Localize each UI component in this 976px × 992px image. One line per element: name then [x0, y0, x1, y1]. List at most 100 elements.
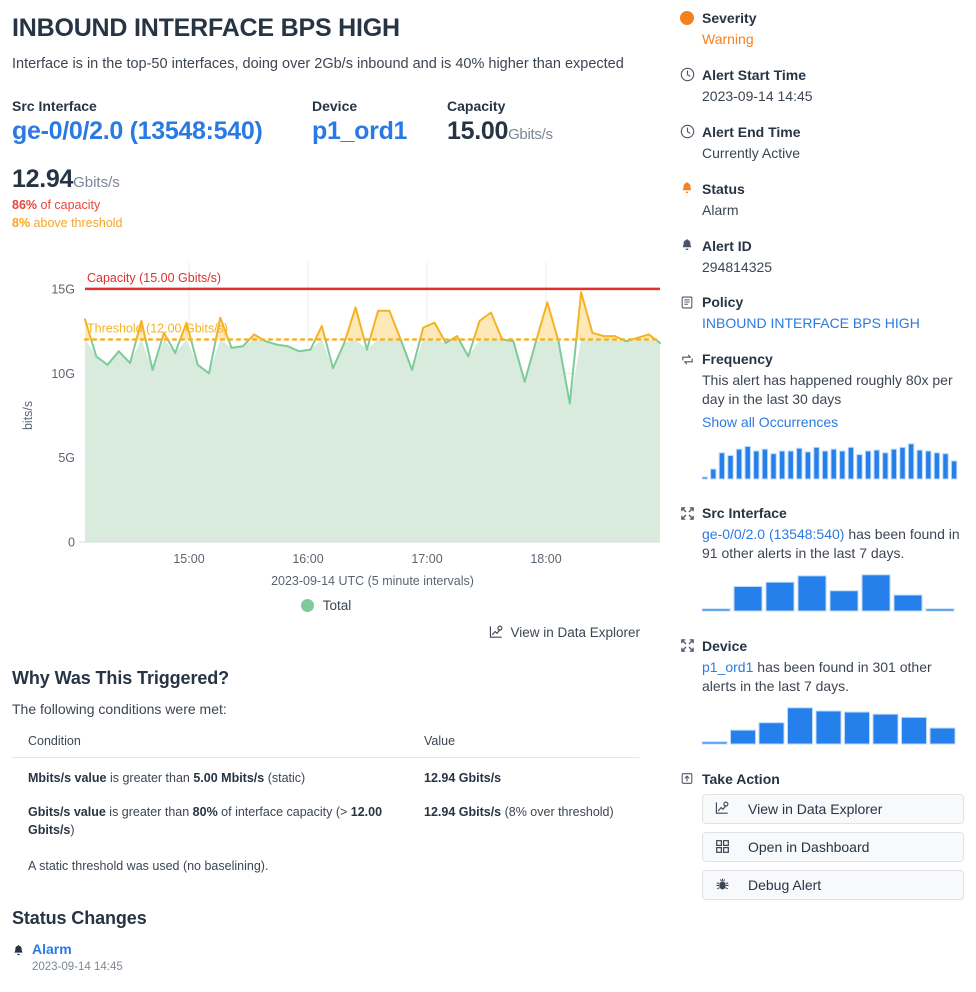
table-row: Mbits/s value is greater than 5.00 Mbits… — [12, 757, 639, 792]
sidebar-frequency-text: This alert has happened roughly 80x per … — [702, 372, 953, 408]
pct-above-threshold-number: 8% — [12, 215, 31, 230]
pct-above-threshold: 8% above threshold — [12, 216, 640, 230]
status-changes-heading: Status Changes — [12, 908, 147, 928]
sidebar-policy-label: Policy — [702, 294, 744, 311]
action-button-debug-alert[interactable]: Debug Alert — [702, 869, 964, 900]
conditions-table-header-row: Condition Value — [12, 733, 639, 758]
sparkline-bar — [925, 450, 932, 480]
sparkline-bar — [916, 449, 923, 480]
device-link[interactable]: p1_ord1 — [702, 659, 753, 675]
view-in-data-explorer-link[interactable]: View in Data Explorer — [12, 625, 640, 640]
sparkline-bar — [856, 454, 863, 480]
value-cell: 12.94 Gbits/s — [424, 770, 502, 785]
current-value-line: 12.94Gbits/s — [12, 165, 640, 194]
right-sidebar: Severity Warning Alert Start Time 2023-0… — [662, 0, 976, 992]
sidebar-frequency-head: Frequency — [680, 351, 964, 367]
action-button-view-in-data-explorer[interactable]: View in Data Explorer — [702, 793, 964, 824]
sidebar-alert-end-label: Alert End Time — [702, 123, 801, 140]
sparkline-bar — [787, 706, 813, 745]
sparkline-bar — [710, 468, 717, 480]
pct-above-threshold-text: above threshold — [30, 215, 123, 230]
sidebar-alert-id: Alert ID 294814325 — [680, 238, 964, 277]
sidebar-policy-value[interactable]: INBOUND INTERFACE BPS HIGH — [702, 314, 964, 333]
legend-label-total: Total — [322, 597, 352, 613]
fact-device: Device p1_ord1 — [312, 98, 447, 146]
sparkline-bar — [787, 450, 794, 480]
chart-xtick-label: 16:00 — [292, 552, 323, 566]
sidebar-src-interface-head: Src Interface — [680, 505, 964, 521]
status-change-time: 2023-09-14 14:45 — [32, 961, 123, 973]
page-title: INBOUND INTERFACE BPS HIGH — [12, 14, 400, 42]
bell-icon — [680, 238, 702, 253]
show-all-occurrences-link[interactable]: Show all Occurrences — [702, 413, 964, 432]
table-row: Gbits/s value is greater than 80% of int… — [12, 792, 639, 844]
sidebar-device-body: p1_ord1 has been found in 301 other aler… — [702, 658, 964, 696]
alert-detail-page: INBOUND INTERFACE BPS HIGH Interface is … — [0, 0, 976, 992]
chart-icon — [490, 625, 503, 638]
src-interface-link[interactable]: ge-0/0/2.0 (13548:540) — [702, 526, 844, 542]
take-action-icon — [680, 771, 702, 786]
fact-device-value[interactable]: p1_ord1 — [312, 117, 447, 146]
sparkline-bar — [815, 710, 842, 745]
sidebar-take-action: Take Action View in Data Explorer Open in… — [680, 771, 964, 900]
sidebar-take-action-head: Take Action — [680, 771, 964, 787]
grid-icon — [715, 839, 739, 854]
sparkline-bar — [804, 451, 812, 480]
sparkline-bar — [733, 585, 763, 612]
sidebar-src-interface: Src Interface ge-0/0/2.0 (13548:540) has… — [680, 505, 964, 620]
action-button-label: View in Data Explorer — [748, 800, 883, 817]
sidebar-src-interface-label: Src Interface — [702, 505, 787, 522]
current-value-unit: Gbits/s — [73, 173, 120, 191]
sidebar-severity-value: Warning — [702, 31, 754, 47]
sparkline-bar — [950, 460, 958, 480]
bell-icon — [12, 941, 32, 963]
pct-of-capacity-number: 86% — [12, 197, 38, 212]
sparkline-bar — [925, 608, 955, 612]
condition-cell: Gbits/s value is greater than 80% of int… — [28, 804, 383, 837]
expand-icon — [680, 638, 702, 653]
sidebar-device-label: Device — [702, 637, 748, 654]
chart-area-over-threshold — [536, 301, 558, 339]
sparkline-bar — [765, 581, 795, 612]
take-action-buttons: View in Data Explorer Open in Dashboard De… — [702, 793, 964, 900]
sidebar-policy-head: Policy — [680, 294, 964, 310]
sparkline-bar — [847, 446, 855, 480]
sidebar-src-interface-body: ge-0/0/2.0 (13548:540) has been found in… — [702, 525, 964, 563]
sidebar-alert-id-value: 294814325 — [702, 258, 773, 275]
sparkline-bar — [796, 447, 803, 480]
frequency-sparkline-svg — [701, 443, 958, 480]
policy-icon — [680, 295, 702, 310]
sparkline-bar — [730, 729, 756, 745]
status-change-name[interactable]: Alarm — [32, 941, 72, 957]
column-header-condition: Condition — [12, 733, 424, 758]
action-button-open-in-dashboard[interactable]: Open in Dashboard — [702, 831, 964, 862]
chart-legend: Total — [12, 598, 640, 613]
fact-src-interface-value[interactable]: ge-0/0/2.0 (13548:540) — [12, 117, 312, 146]
fact-src-interface-label: Src Interface — [12, 98, 97, 114]
bell-alert-icon — [680, 181, 702, 196]
sparkline-bar — [872, 713, 899, 745]
fact-capacity-value: 15.00Gbits/s — [447, 117, 553, 146]
condition-cell: Mbits/s value is greater than 5.00 Mbits… — [28, 770, 306, 785]
why-triggered-heading: Why Was This Triggered? — [12, 667, 230, 688]
action-button-label: Open in Dashboard — [748, 838, 870, 855]
fact-capacity: Capacity 15.00Gbits/s — [447, 98, 553, 146]
action-button-label: Debug Alert — [748, 876, 822, 893]
sparkline-bar — [890, 448, 898, 480]
sparkline-bar — [813, 446, 820, 480]
sparkline-bar — [701, 608, 731, 612]
sparkline-bar — [770, 453, 777, 480]
expand-icon — [680, 506, 702, 521]
sparkline-bar — [778, 450, 786, 480]
sparkline-bar — [718, 452, 726, 480]
bug-icon — [715, 877, 739, 892]
sidebar-device-head: Device — [680, 638, 964, 654]
sparkline-bar — [735, 448, 743, 480]
traffic-chart-svg[interactable]: Threshold (12.00 Gbits/s) Capacity (15.00… — [12, 254, 662, 599]
clock-icon — [680, 67, 702, 82]
conditions-table: Condition Value Mbits/s value is greater… — [12, 733, 639, 881]
sparkline-bar — [907, 443, 915, 480]
sparkline-bar — [701, 476, 708, 480]
sidebar-alert-id-label: Alert ID — [702, 237, 752, 254]
chart-xtick-label: 15:00 — [173, 552, 204, 566]
